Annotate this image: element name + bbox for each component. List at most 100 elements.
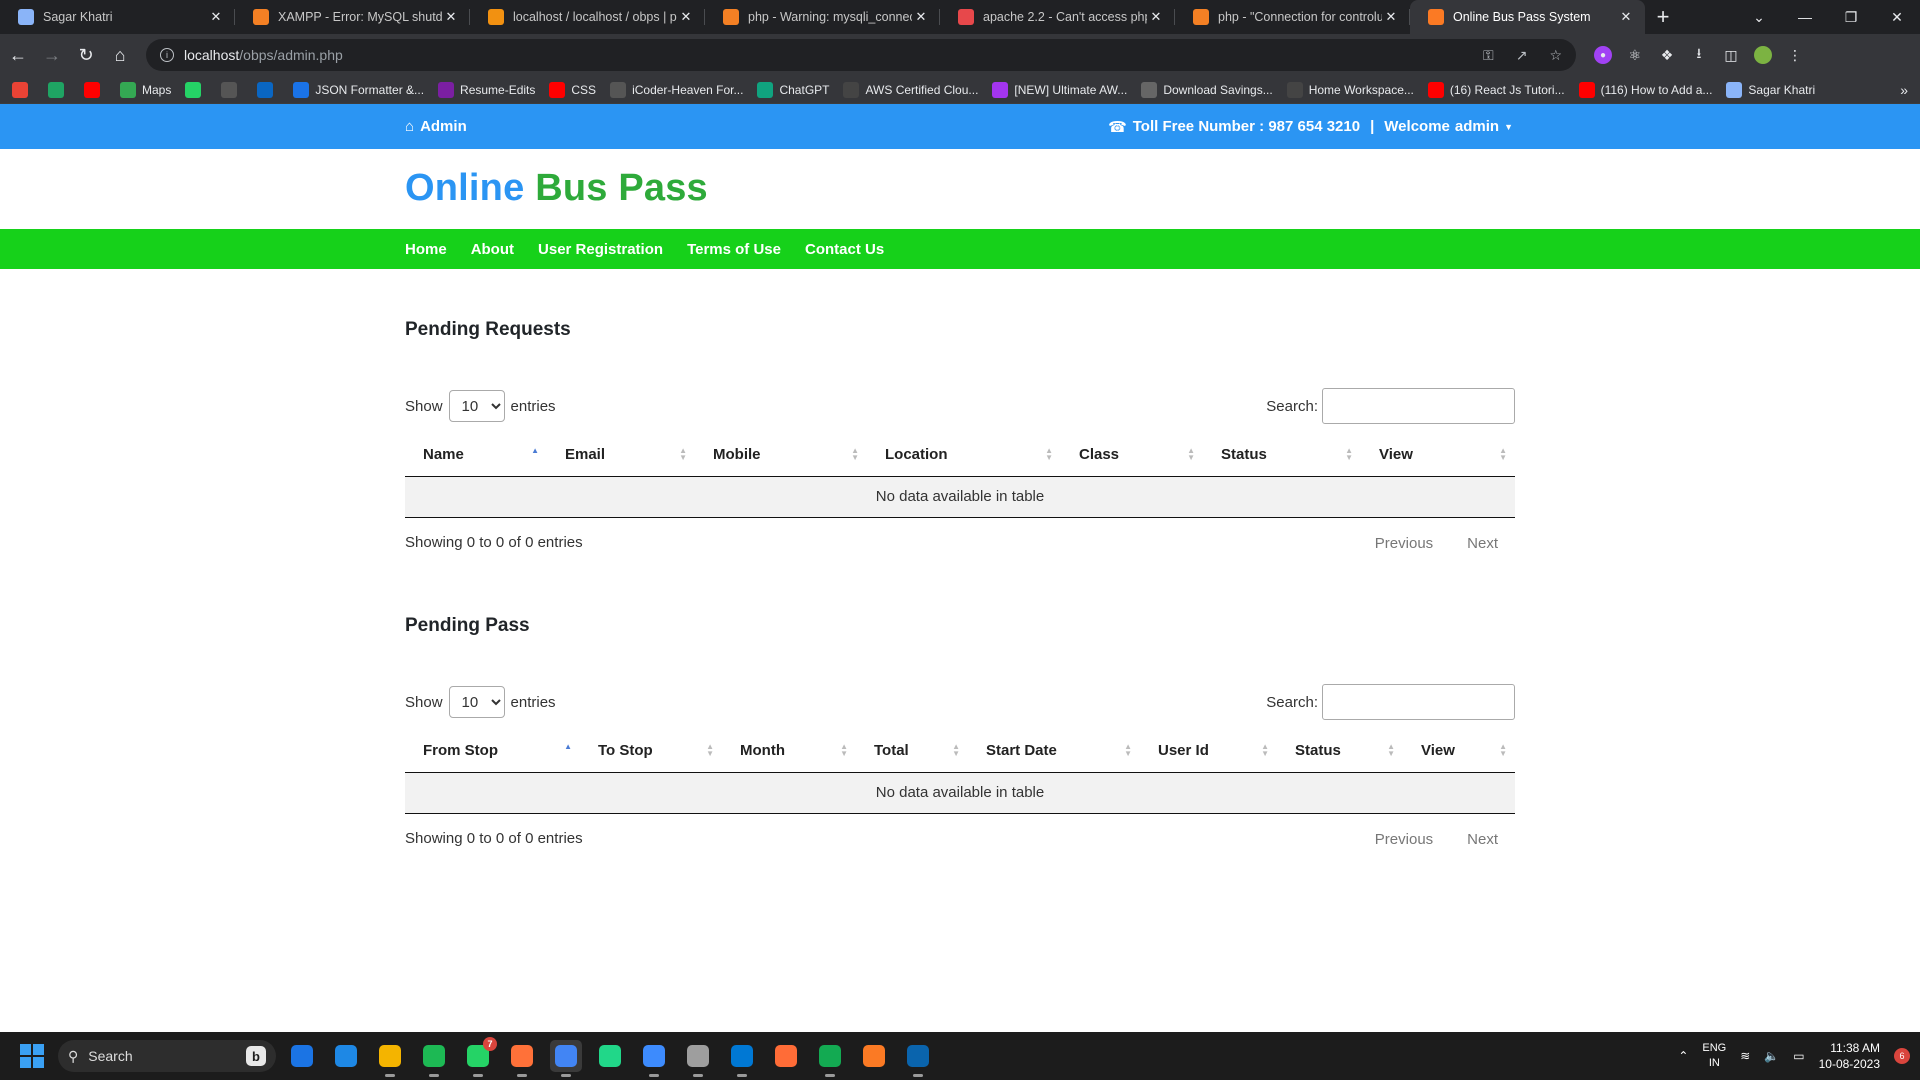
bookmark-item[interactable] [84,81,106,98]
mongodb-icon[interactable] [814,1040,846,1077]
new-tab-icon[interactable]: + [1645,0,1681,34]
admin-home-link[interactable]: ⌂ Admin [405,104,467,149]
notification-badge[interactable]: 6 [1894,1048,1910,1064]
tab-close-icon[interactable]: ✕ [1617,9,1635,25]
bookmark-item[interactable]: (16) React Js Tutori... [1427,81,1565,98]
key-icon[interactable]: ⚿ [1483,47,1494,64]
windows-start-icon[interactable] [20,1044,44,1068]
browser-tab[interactable]: Online Bus Pass System ✕ [1410,0,1645,34]
tab-close-icon[interactable]: ✕ [207,9,225,25]
browser-tab[interactable]: localhost / localhost / obps | php ✕ [470,0,705,34]
column-header-from-stop[interactable]: From Stop ▲▼ [405,730,580,773]
column-header-status[interactable]: Status ▲ ▼ [1277,730,1403,773]
previous-page-button[interactable]: Previous [1375,535,1433,552]
tab-close-icon[interactable]: ✕ [912,9,930,25]
vscode-icon[interactable] [726,1040,758,1077]
reload-icon[interactable]: ↻ [70,39,102,71]
column-header-month[interactable]: Month ▲ ▼ [722,730,856,773]
site-info-icon[interactable]: i [160,48,174,62]
forward-icon[interactable]: → [36,39,68,71]
whatsapp-icon[interactable]: 7 [462,1037,497,1077]
browser-menu-icon[interactable]: ⋮ [1786,46,1804,64]
side-panel-icon[interactable]: ◫ [1722,46,1740,64]
pending-requests-search-input[interactable] [1322,388,1515,424]
bookmark-item[interactable] [12,81,34,98]
browser-tab[interactable]: Sagar Khatri ✕ [0,0,235,34]
database-icon[interactable] [682,1040,714,1077]
bookmark-item[interactable]: Maps [120,81,171,98]
extension-purple-icon[interactable]: ● [1594,46,1612,64]
home-icon[interactable]: ⌂ [104,39,136,71]
previous-page-button[interactable]: Previous [1375,831,1433,848]
battery-icon[interactable]: ▭ [1793,1049,1804,1063]
mail-icon[interactable] [330,1040,362,1072]
bookmark-item[interactable]: Resume-Edits [438,81,535,98]
tab-close-icon[interactable]: ✕ [1382,9,1400,25]
site-title[interactable]: Online Bus Pass [405,167,708,210]
minimize-icon[interactable]: — [1782,0,1828,34]
tab-close-icon[interactable]: ✕ [677,9,695,25]
postman-icon[interactable] [770,1040,802,1072]
pycharm-icon[interactable] [594,1040,626,1072]
taskbar-search-box[interactable]: ⚲ Search b [58,1040,276,1072]
firefox-icon[interactable] [506,1040,538,1077]
restore-icon[interactable]: ❐ [1828,0,1874,34]
column-header-start-date[interactable]: Start Date ▲ ▼ [968,730,1140,773]
bookmark-item[interactable]: (116) How to Add a... [1578,81,1712,98]
bookmark-item[interactable] [221,81,243,98]
profile-avatar-icon[interactable] [1754,46,1772,64]
tab-close-icon[interactable]: ✕ [442,9,460,25]
bookmark-item[interactable]: CSS [549,81,596,98]
bookmark-item[interactable] [185,81,207,98]
column-header-view[interactable]: View ▲ ▼ [1361,434,1515,477]
bookmark-item[interactable]: ChatGPT [757,81,829,98]
chrome-icon[interactable] [550,1040,582,1077]
tab-close-icon[interactable]: ✕ [1147,9,1165,25]
bookmark-item[interactable] [48,81,70,98]
nav-terms-of-use[interactable]: Terms of Use [687,241,781,258]
bookmark-item[interactable]: Download Savings... [1141,81,1273,98]
bookmark-item[interactable]: Home Workspace... [1286,81,1414,98]
column-header-name[interactable]: Name ▲▼ [405,434,547,477]
file-explorer-icon[interactable] [374,1040,406,1077]
column-header-view[interactable]: View ▲ ▼ [1403,730,1515,773]
column-header-location[interactable]: Location ▲ ▼ [867,434,1061,477]
back-icon[interactable]: ← [2,39,34,71]
next-page-button[interactable]: Next [1467,831,1498,848]
browser-tab[interactable]: php - Warning: mysqli_connect() ✕ [705,0,940,34]
tray-overflow-icon[interactable]: ⌃ [1678,1049,1688,1063]
bookmark-item[interactable]: Sagar Khatri [1726,81,1815,98]
bookmarks-overflow-icon[interactable]: » [1900,82,1908,98]
column-header-user-id[interactable]: User Id ▲ ▼ [1140,730,1277,773]
browser-tab[interactable]: php - "Connection for controlus ✕ [1175,0,1410,34]
browser-tab[interactable]: XAMPP - Error: MySQL shutdown✕ [235,0,470,34]
tab-search-icon[interactable]: ⌄ [1736,0,1782,34]
column-header-status[interactable]: Status ▲ ▼ [1203,434,1361,477]
column-header-class[interactable]: Class ▲ ▼ [1061,434,1203,477]
bookmark-item[interactable]: AWS Certified Clou... [843,81,978,98]
bookmark-item[interactable]: iCoder-Heaven For... [610,81,743,98]
pending-requests-length-select[interactable]: 10 [448,390,505,422]
column-header-mobile[interactable]: Mobile ▲ ▼ [695,434,867,477]
star-icon[interactable]: ☆ [1549,47,1562,64]
nav-contact-us[interactable]: Contact Us [805,241,884,258]
bing-icon[interactable]: b [246,1046,266,1066]
column-header-email[interactable]: Email ▲ ▼ [547,434,695,477]
nav-user-registration[interactable]: User Registration [538,241,663,258]
bookmark-item[interactable]: [NEW] Ultimate AW... [992,81,1127,98]
wifi-icon[interactable]: ≋ [1740,1049,1750,1063]
bookmark-item[interactable] [257,81,279,98]
system-clock[interactable]: 11:38 AM 10-08-2023 [1819,1040,1880,1072]
nav-about[interactable]: About [471,241,514,258]
window-close-icon[interactable]: ✕ [1874,0,1920,34]
browser-tab[interactable]: apache 2.2 - Can't access phpMy✕ [940,0,1175,34]
download-icon[interactable]: ⭳ [1690,45,1708,64]
xampp-icon[interactable] [858,1040,890,1072]
outlook-icon[interactable] [902,1040,934,1077]
extension-react-icon[interactable]: ⚛ [1626,46,1644,64]
welcome-dropdown[interactable]: Welcome admin ▼ [1384,118,1513,135]
bookmark-item[interactable]: JSON Formatter &... [293,81,424,98]
pending-pass-length-select[interactable]: 10 [448,686,505,718]
next-page-button[interactable]: Next [1467,535,1498,552]
volume-icon[interactable]: 🔈 [1764,1049,1779,1063]
